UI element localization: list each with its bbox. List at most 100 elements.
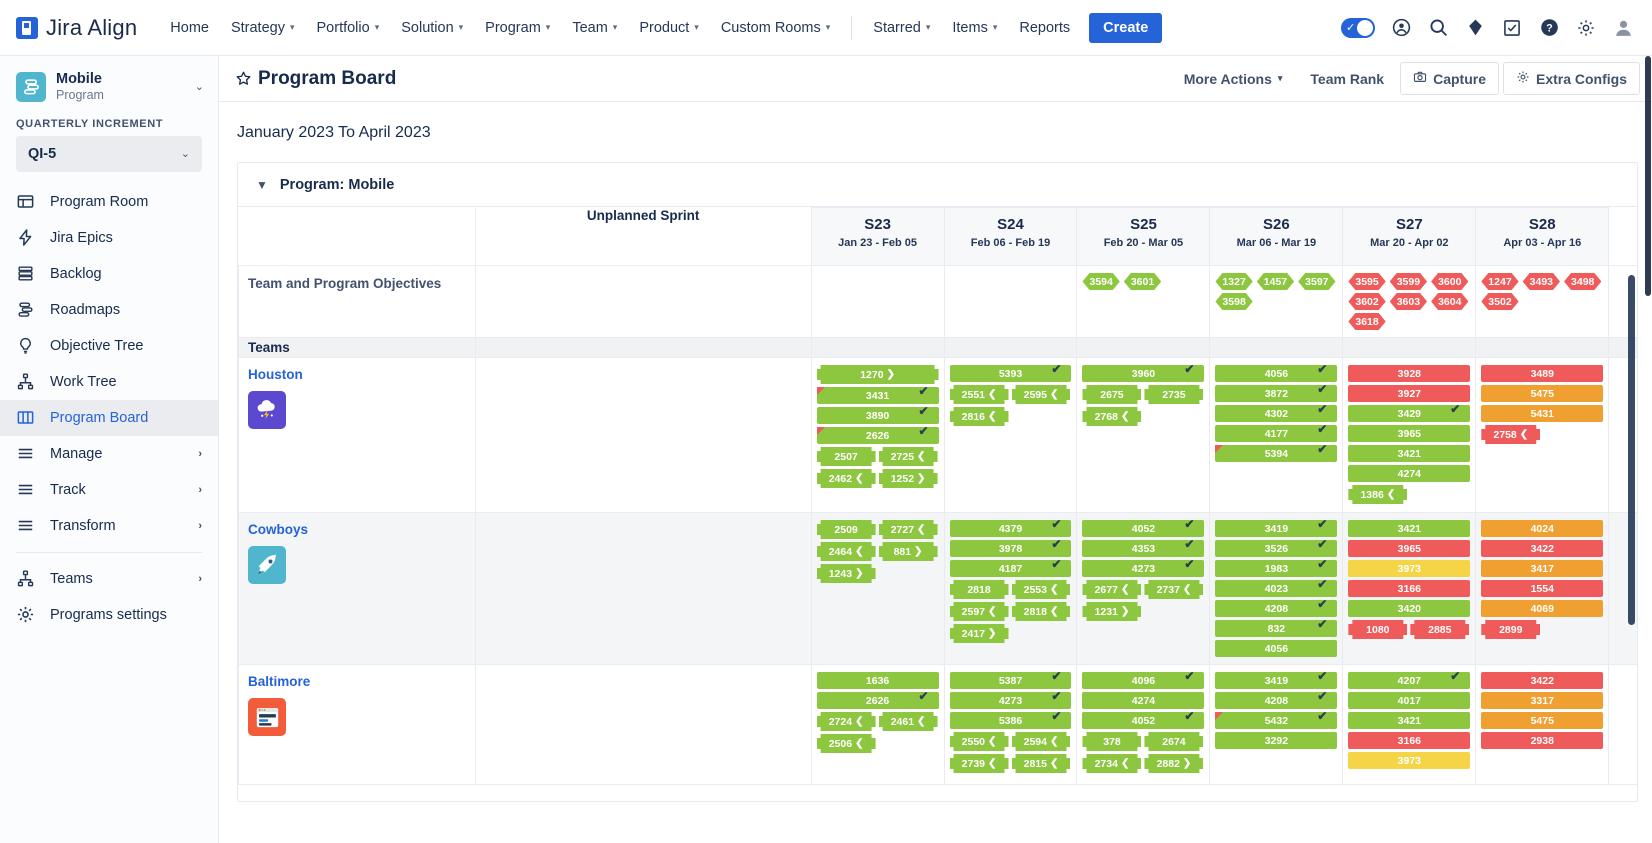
feature-card[interactable]: 4056 ✔ bbox=[1215, 363, 1338, 382]
sidebar-item-program-board[interactable]: Program Board bbox=[0, 399, 218, 436]
feature-card[interactable]: 5394 ✔ bbox=[1215, 443, 1338, 462]
feature-card[interactable]: 2626 ✔ bbox=[816, 690, 939, 709]
feature-card[interactable]: 3927 bbox=[1348, 385, 1471, 402]
feature-card[interactable]: 4353 ✔ bbox=[1082, 538, 1205, 557]
feature-card[interactable]: 4273 ✔ bbox=[949, 690, 1072, 709]
chevron-down-icon[interactable]: ▼ bbox=[256, 178, 268, 192]
notifications-icon[interactable] bbox=[1464, 17, 1486, 39]
feature-card[interactable]: 2674 bbox=[1144, 732, 1203, 751]
nav-item-team[interactable]: Team ▾ bbox=[561, 0, 628, 55]
feature-card[interactable]: 2509 bbox=[817, 520, 876, 539]
objective-badge[interactable]: 1457 bbox=[1257, 273, 1294, 290]
nav-item-items[interactable]: Items ▾ bbox=[941, 0, 1008, 55]
feature-card[interactable]: 2597 ❮ bbox=[950, 602, 1009, 621]
nav-item-reports[interactable]: Reports bbox=[1008, 0, 1081, 55]
account-icon[interactable] bbox=[1390, 17, 1412, 39]
feature-card[interactable]: 2899 bbox=[1481, 620, 1540, 639]
sidebar-item-backlog[interactable]: Backlog bbox=[0, 256, 218, 292]
feature-card[interactable]: 4069 bbox=[1481, 600, 1604, 617]
objective-badge[interactable]: 3603 bbox=[1390, 293, 1427, 310]
feature-card[interactable]: 3422 bbox=[1481, 672, 1604, 689]
team-name[interactable]: Baltimore bbox=[248, 674, 475, 689]
feature-card[interactable]: 4052 ✔ bbox=[1082, 710, 1205, 729]
feature-card[interactable]: 2677 ❮ bbox=[1082, 580, 1141, 599]
objective-badge[interactable]: 3594 bbox=[1082, 273, 1119, 290]
feature-card[interactable]: 2938 bbox=[1481, 732, 1604, 749]
sprint-header-s26[interactable]: S26 Mar 06 - Mar 19 bbox=[1209, 207, 1344, 266]
feature-card[interactable]: 3429 ✔ bbox=[1348, 403, 1471, 422]
sprint-header-s25[interactable]: S25 Feb 20 - Mar 05 bbox=[1076, 207, 1211, 266]
objective-badge[interactable]: 3493 bbox=[1523, 273, 1560, 290]
sidebar-item-work-tree[interactable]: Work Tree bbox=[0, 364, 218, 400]
feature-card[interactable]: 3489 bbox=[1481, 365, 1604, 382]
feature-card[interactable]: 3166 bbox=[1348, 732, 1471, 749]
feature-card[interactable]: 3419 ✔ bbox=[1215, 670, 1338, 689]
sidebar-item-transform[interactable]: Transform › bbox=[0, 508, 218, 544]
nav-item-portfolio[interactable]: Portfolio ▾ bbox=[306, 0, 391, 55]
feature-card[interactable]: 5475 bbox=[1481, 385, 1604, 402]
sidebar-item-programs-settings[interactable]: Programs settings bbox=[0, 597, 218, 633]
feature-card[interactable]: 2550 ❮ bbox=[950, 732, 1009, 751]
feature-card[interactable]: 378 bbox=[1082, 732, 1141, 751]
program-section-header[interactable]: ▼ Program: Mobile bbox=[238, 163, 1637, 207]
feature-card[interactable]: 2818 bbox=[950, 580, 1009, 599]
feature-card[interactable]: 4208 ✔ bbox=[1215, 690, 1338, 709]
feature-card[interactable]: 3317 bbox=[1481, 692, 1604, 709]
feature-card[interactable]: 4052 ✔ bbox=[1082, 518, 1205, 537]
feature-card[interactable]: 2735 bbox=[1144, 385, 1203, 404]
feature-card[interactable]: 2724 ❮ bbox=[817, 712, 876, 731]
feature-card[interactable]: 2551 ❮ bbox=[950, 385, 1009, 404]
feature-card[interactable]: 3419 ✔ bbox=[1215, 518, 1338, 537]
feature-card[interactable]: 832 ✔ bbox=[1215, 618, 1338, 637]
feature-card[interactable]: 4096 ✔ bbox=[1082, 670, 1205, 689]
team-name[interactable]: Cowboys bbox=[248, 522, 475, 537]
feature-card[interactable]: 4207 ✔ bbox=[1348, 670, 1471, 689]
more-actions-dropdown[interactable]: More Actions ▾ bbox=[1172, 64, 1295, 94]
feature-card[interactable]: 3420 bbox=[1348, 600, 1471, 617]
feature-card[interactable]: 2506 ❮ bbox=[817, 734, 876, 753]
feature-card[interactable]: 3965 bbox=[1348, 425, 1471, 442]
sidebar-item-jira-epics[interactable]: Jira Epics bbox=[0, 220, 218, 256]
feature-card[interactable]: 1636 bbox=[816, 672, 939, 689]
sidebar-item-teams[interactable]: Teams › bbox=[0, 561, 218, 597]
feature-card[interactable]: 3526 ✔ bbox=[1215, 538, 1338, 557]
objective-badge[interactable]: 1327 bbox=[1215, 273, 1252, 290]
feature-card[interactable]: 1243 ❯ bbox=[817, 564, 876, 583]
feature-card[interactable]: 3421 bbox=[1348, 445, 1471, 462]
feature-card[interactable]: 4379 ✔ bbox=[949, 518, 1072, 537]
create-button[interactable]: Create bbox=[1089, 12, 1163, 43]
feature-card[interactable]: 4024 bbox=[1481, 520, 1604, 537]
nav-item-home[interactable]: Home bbox=[159, 0, 220, 55]
sidebar-item-roadmaps[interactable]: Roadmaps bbox=[0, 292, 218, 328]
sprint-header-s27[interactable]: S27 Mar 20 - Apr 02 bbox=[1342, 207, 1477, 266]
feature-card[interactable]: 2553 ❮ bbox=[1012, 580, 1071, 599]
feature-card[interactable]: 4177 ✔ bbox=[1215, 423, 1338, 442]
objective-badge[interactable]: 3597 bbox=[1298, 273, 1335, 290]
feature-card[interactable]: 3292 bbox=[1215, 732, 1338, 749]
feature-card[interactable]: 3973 bbox=[1348, 560, 1471, 577]
feature-card[interactable]: 2461 ❮ bbox=[879, 712, 938, 731]
team-name[interactable]: Houston bbox=[248, 367, 475, 382]
feature-card[interactable]: 3965 bbox=[1348, 540, 1471, 557]
feature-card[interactable]: 2594 ❮ bbox=[1012, 732, 1071, 751]
sidebar-item-manage[interactable]: Manage › bbox=[0, 436, 218, 472]
objective-badge[interactable]: 3599 bbox=[1390, 273, 1427, 290]
feature-card[interactable]: 1270 ❯ bbox=[817, 365, 939, 384]
nav-item-starred[interactable]: Starred ▾ bbox=[862, 0, 941, 55]
feature-card[interactable]: 1080 bbox=[1348, 620, 1407, 639]
feature-card[interactable]: 3872 ✔ bbox=[1215, 383, 1338, 402]
feature-card[interactable]: 3421 bbox=[1348, 712, 1471, 729]
feature-card[interactable]: 4056 bbox=[1215, 640, 1338, 657]
feature-card[interactable]: 2727 ❮ bbox=[879, 520, 938, 539]
objective-badge[interactable]: 3498 bbox=[1564, 273, 1601, 290]
sidebar-item-track[interactable]: Track › bbox=[0, 472, 218, 508]
feature-card[interactable]: 4274 bbox=[1348, 465, 1471, 482]
settings-icon[interactable] bbox=[1575, 17, 1597, 39]
feature-card[interactable]: 2882 ❯ bbox=[1144, 754, 1203, 773]
brand-logo[interactable]: Jira Align bbox=[16, 15, 137, 41]
feature-card[interactable]: 1231 ❯ bbox=[1082, 602, 1141, 621]
feature-card[interactable]: 2675 bbox=[1082, 385, 1141, 404]
sidebar-item-program-room[interactable]: Program Room bbox=[0, 184, 218, 220]
objective-badge[interactable]: 3595 bbox=[1348, 273, 1385, 290]
feature-card[interactable]: 2818 ❮ bbox=[1012, 602, 1071, 621]
